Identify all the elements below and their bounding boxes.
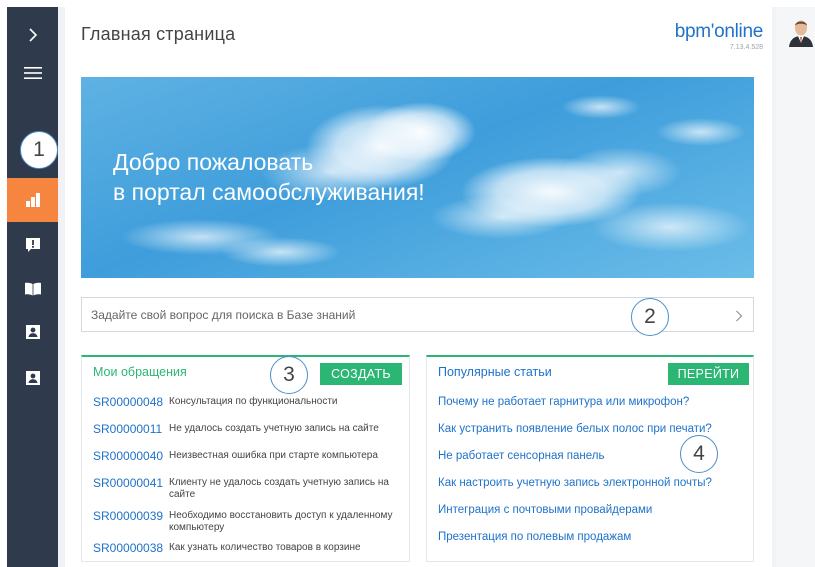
sidebar-menu-button[interactable] [7,51,58,95]
my-requests-title: Мои обращения [93,365,187,379]
banner-welcome-text: Добро пожаловать в портал самообслуживан… [113,147,425,207]
request-row[interactable]: SR00000011 Не удалось создать учетную за… [93,422,394,436]
request-number[interactable]: SR00000039 [93,509,169,523]
article-link[interactable]: Не работает сенсорная панель [438,450,604,462]
request-row[interactable]: SR00000041 Клиенту не удалось создать уч… [93,476,394,501]
welcome-banner: Добро пожаловать в портал самообслуживан… [81,77,754,278]
request-number[interactable]: SR00000011 [93,422,169,436]
brand-logo: bpm'online 7.13.4.528 [674,21,764,51]
callout-marker: 4 [680,435,718,473]
knowledge-base-book-icon [24,282,42,296]
contact-card-icon [25,324,41,340]
user-avatar[interactable] [787,17,815,47]
request-subject: Как узнать количество товаров в корзине [169,542,361,553]
search-input[interactable] [91,306,691,324]
callout-marker: 1 [20,131,58,169]
contact-card-icon [25,370,41,386]
article-link[interactable]: Как устранить появление белых полос при … [438,423,712,435]
right-panel [776,7,815,567]
sidebar-item-contacts[interactable] [7,310,58,354]
request-subject: Клиенту не удалось создать учетную запис… [169,477,389,500]
article-link[interactable]: Почему не работает гарнитура или микрофо… [438,396,689,408]
banner-line-1: Добро пожаловать [113,149,314,175]
banner-line-2: в портал самообслуживания! [113,179,425,205]
request-subject: Неизвестная ошибка при старте компьютера [169,450,378,461]
request-number[interactable]: SR00000048 [93,395,169,409]
create-request-button[interactable]: СОЗДАТЬ [320,363,402,385]
popular-articles-title: Популярные статьи [438,365,552,379]
sidebar-item-knowledge-base[interactable] [7,267,58,311]
callout-marker: 2 [631,298,669,336]
request-number[interactable]: SR00000038 [93,541,169,555]
dashboard-chart-icon [25,193,41,207]
my-requests-card: Мои обращения СОЗДАТЬ SR00000048 Консуль… [81,355,410,562]
callout-marker: 3 [270,356,308,394]
request-row[interactable]: SR00000048 Консультация по функционально… [93,395,394,409]
request-subject: Необходимо восстановить доступ к удаленн… [169,510,393,533]
page-title: Главная страница [81,24,236,44]
version-label: 7.13.4.528 [729,44,763,51]
cases-alert-icon [25,237,41,253]
article-link[interactable]: Презентация по полевым продажам [438,531,631,543]
request-row[interactable]: SR00000040 Неизвестная ошибка при старте… [93,449,394,463]
hamburger-menu-icon [23,66,42,80]
sidebar-item-cases[interactable] [7,223,58,267]
request-row[interactable]: SR00000038 Как узнать количество товаров… [93,541,394,555]
search-go-icon[interactable] [735,309,743,327]
portal-app: Главная страница bpm'online 7.13.4.528 Д… [0,0,815,567]
request-subject: Консультация по функциональности [169,396,338,407]
request-number[interactable]: SR00000041 [93,476,169,490]
chevron-right-icon [27,27,39,43]
sidebar-item-dashboard[interactable] [7,178,58,222]
article-link[interactable]: Интеграция с почтовыми провайдерами [438,504,652,516]
request-subject: Не удалось создать учетную запись на сай… [169,423,379,434]
request-row[interactable]: SR00000039 Необходимо восстановить досту… [93,509,394,534]
sidebar-item-accounts[interactable] [7,356,58,400]
go-to-articles-button[interactable]: ПЕРЕЙТИ [668,363,749,385]
brand-name: bpm'online [674,21,764,42]
left-sidebar [7,7,58,567]
article-link[interactable]: Как настроить учетную запись электронной… [438,477,712,489]
request-number[interactable]: SR00000040 [93,449,169,463]
